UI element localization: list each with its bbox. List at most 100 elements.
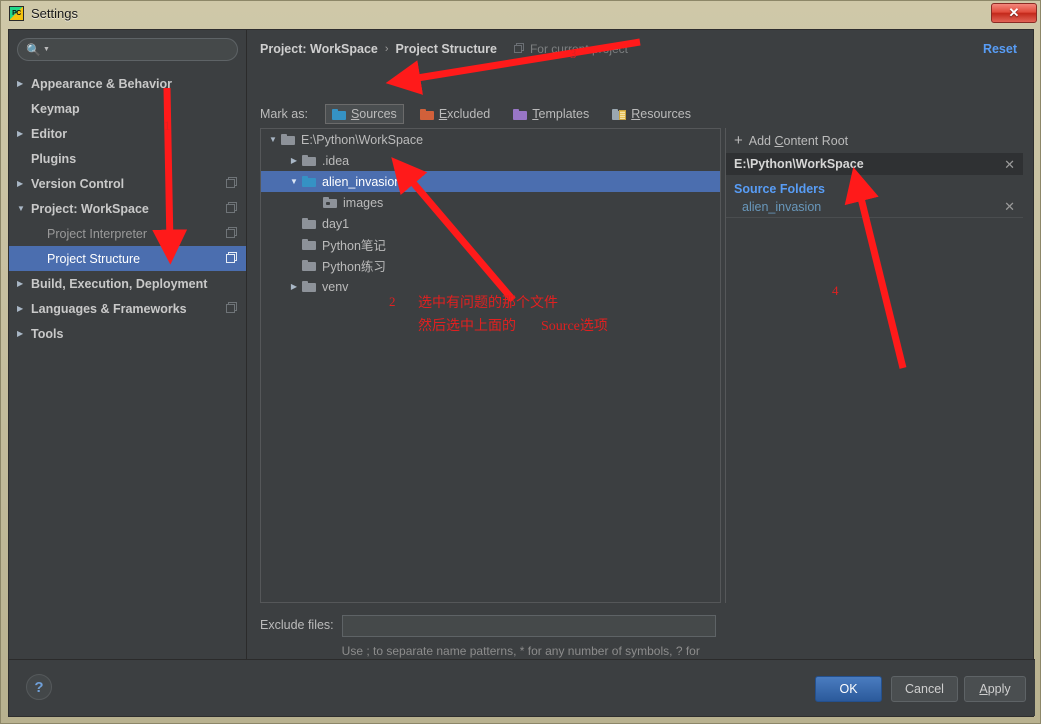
chevron-right-icon[interactable]: ▶ xyxy=(286,261,302,270)
chevron-right-icon[interactable]: ▶ xyxy=(17,304,31,313)
ok-button[interactable]: OK xyxy=(815,676,882,702)
chevron-right-icon[interactable]: ▶ xyxy=(307,198,323,207)
close-icon[interactable]: ✕ xyxy=(991,3,1037,23)
tree-row[interactable]: ▶ Python笔记 xyxy=(261,234,720,255)
source-folder-row[interactable]: alien_invasion ✕ xyxy=(726,196,1023,218)
sidebar-item-label: Tools xyxy=(31,326,64,341)
sidebar-item-label: Project Structure xyxy=(47,251,141,266)
breadcrumb-project-structure[interactable]: Project Structure xyxy=(396,42,497,56)
chevron-right-icon[interactable]: ▶ xyxy=(17,329,31,338)
sidebar-item-plugins[interactable]: ▶Plugins xyxy=(9,146,246,171)
sidebar-item-label: Build, Execution, Deployment xyxy=(31,276,208,291)
chevron-right-icon[interactable]: ▶ xyxy=(286,219,302,228)
folder-icon xyxy=(302,239,316,250)
apply-button[interactable]: Apply xyxy=(964,676,1026,702)
sidebar-item-build-execution-deployment[interactable]: ▶ Build, Execution, Deployment xyxy=(9,271,246,296)
chevron-right-icon[interactable]: ▶ xyxy=(17,279,31,288)
source-folder-label: alien_invasion xyxy=(742,199,822,214)
tree-row[interactable]: ▶ Python练习 xyxy=(261,255,720,276)
search-icon: 🔍 xyxy=(26,42,41,57)
remove-content-root-icon[interactable]: ✕ xyxy=(1004,158,1015,171)
breadcrumb-project[interactable]: Project: WorkSpace xyxy=(260,42,378,56)
tree-row[interactable]: ▼ alien_invasion xyxy=(261,171,720,192)
folder-icon xyxy=(281,134,295,145)
mark-as-excluded-button[interactable]: Excluded xyxy=(413,104,497,124)
tree-row-label: Python笔记 xyxy=(322,239,386,253)
sidebar-item-keymap[interactable]: ▶Keymap xyxy=(9,96,246,121)
templates-folder-icon xyxy=(513,108,528,120)
add-content-root-label: Add Content Root xyxy=(748,133,849,148)
mark-as-templates-button[interactable]: Templates xyxy=(506,104,596,124)
source-folders-list: alien_invasion ✕ xyxy=(726,196,1023,218)
content-root-tree[interactable]: ▼ E:\Python\WorkSpace ▶ .idea ▼ alien_invasio… xyxy=(260,128,721,603)
mark-as-sources-label: Sources xyxy=(350,107,397,121)
tree-row-label: day1 xyxy=(322,216,350,231)
remove-source-folder-icon[interactable]: ✕ xyxy=(1004,200,1015,213)
sidebar-item-editor[interactable]: ▶ Editor xyxy=(9,121,246,146)
sidebar-item-languages-frameworks[interactable]: ▶ Languages & Frameworks xyxy=(9,296,246,321)
chevron-right-icon[interactable]: ▶ xyxy=(17,129,31,138)
sidebar-item-project-structure[interactable]: Project Structure xyxy=(9,246,246,271)
chevron-down-icon[interactable]: ▼ xyxy=(265,135,281,144)
mark-as-toolbar: Mark as: Sources Excluded Templates Resourc… xyxy=(260,104,698,124)
sidebar-item-label: Keymap xyxy=(31,101,80,116)
source-folders-title: Source Folders xyxy=(734,182,825,196)
sources-folder-icon xyxy=(331,108,346,120)
window-title: Settings xyxy=(31,6,78,21)
config-scope-icon xyxy=(226,302,237,314)
title-bar: PC Settings ✕ xyxy=(1,1,1041,26)
chevron-right-icon[interactable]: ▶ xyxy=(286,282,302,291)
chevron-right-icon[interactable]: ▶ xyxy=(286,156,302,165)
tree-row[interactable]: ▶ day1 xyxy=(261,213,720,234)
search-input[interactable] xyxy=(51,41,237,58)
exclude-files-input[interactable] xyxy=(341,615,716,637)
sidebar-item-project-workspace[interactable]: ▼ Project: WorkSpace xyxy=(9,196,246,221)
mark-as-label: Mark as: xyxy=(260,107,308,121)
tree-row[interactable]: ▶ .idea xyxy=(261,150,720,171)
tree-row[interactable]: ▶ venv xyxy=(261,276,720,297)
chevron-right-icon[interactable]: ▶ xyxy=(17,104,31,113)
sidebar-item-label: Version Control xyxy=(31,176,125,191)
tree-row-label: venv xyxy=(322,279,349,294)
tree-row-label: images xyxy=(343,195,384,210)
cancel-button[interactable]: Cancel xyxy=(891,676,958,702)
tree-row-label: Python练习 xyxy=(322,260,386,274)
content-root-header: E:\Python\WorkSpace ✕ xyxy=(726,153,1023,175)
config-scope-icon xyxy=(226,177,237,189)
config-scope-icon xyxy=(513,43,525,55)
reset-link[interactable]: Reset xyxy=(983,42,1017,56)
sidebar-item-label: Editor xyxy=(31,126,68,141)
mark-as-resources-label: Resources xyxy=(631,107,691,121)
chevron-down-icon[interactable]: ▼ xyxy=(286,177,302,186)
mark-as-templates-label: Templates xyxy=(532,107,590,121)
chevron-down-icon[interactable]: ▼ xyxy=(43,46,50,53)
chevron-right-icon[interactable]: ▶ xyxy=(17,79,31,88)
sidebar-item-version-control[interactable]: ▶ Version Control xyxy=(9,171,246,196)
sidebar-item-project-interpreter[interactable]: Project Interpreter xyxy=(9,221,246,246)
breadcrumb: Project: WorkSpace › Project Structure F… xyxy=(260,42,628,56)
tree-row[interactable]: ▶ images xyxy=(261,192,720,213)
source-roots-panel: + Add Content Root E:\Python\WorkSpace ✕… xyxy=(725,128,1023,603)
add-content-root-button[interactable]: + Add Content Root xyxy=(726,128,1023,153)
breadcrumb-separator: › xyxy=(384,43,389,55)
mark-as-resources-button[interactable]: Resources xyxy=(605,104,698,124)
sidebar-item-appearance-behavior[interactable]: ▶ Appearance & Behavior xyxy=(9,71,246,96)
chevron-right-icon[interactable]: ▶ xyxy=(17,179,31,188)
sidebar-item-tools[interactable]: ▶ Tools xyxy=(9,321,246,346)
excluded-folder-icon xyxy=(419,108,434,120)
tree-row[interactable]: ▼ E:\Python\WorkSpace xyxy=(261,129,720,150)
search-box[interactable]: 🔍 ▼ xyxy=(17,38,238,61)
chevron-down-icon[interactable]: ▼ xyxy=(17,204,31,213)
sidebar-nav-list: ▶Appearance & Behavior▶Keymap▶Editor▶Plu… xyxy=(9,71,246,346)
mark-as-excluded-label: Excluded xyxy=(438,107,491,121)
tree-row-label: .idea xyxy=(322,153,350,168)
settings-window: PC Settings ✕ 🔍 ▼ ▶ Appearance & Behavior… xyxy=(0,0,1041,724)
folder-icon xyxy=(323,197,337,208)
pycharm-icon: PC xyxy=(9,6,24,21)
settings-dialog: 🔍 ▼ ▶Appearance & Behavior▶Keymap▶Editor… xyxy=(8,29,1035,717)
chevron-right-icon[interactable]: ▶ xyxy=(17,154,31,163)
plus-icon: + xyxy=(734,132,743,149)
chevron-right-icon[interactable]: ▶ xyxy=(286,240,302,249)
mark-as-sources-button[interactable]: Sources xyxy=(324,104,404,124)
help-button[interactable]: ? xyxy=(26,674,52,700)
